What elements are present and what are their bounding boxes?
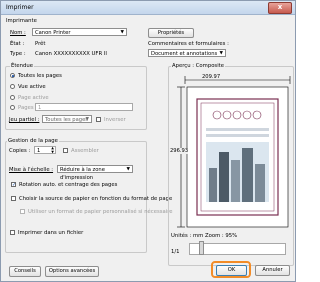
advanced-button[interactable]: Options avancées	[45, 266, 99, 277]
preview-group-label: Aperçu : Composite	[171, 63, 225, 69]
printer-name-label: Nom :	[10, 30, 26, 36]
chevron-down-icon: ▼	[120, 30, 124, 35]
current-page-label: Page active	[18, 95, 49, 101]
choose-source-label: Choisir la source de papier en fonction …	[19, 196, 173, 202]
printer-type-label: Type :	[10, 51, 26, 57]
preview-width-value: 209.97	[202, 74, 221, 80]
chevron-down-icon: ▼	[219, 51, 223, 56]
reverse-checkbox[interactable]	[96, 117, 101, 122]
current-page-radio[interactable]	[10, 95, 15, 100]
printer-group-label: Imprimante	[6, 18, 37, 24]
units-zoom-label: Unités : mm Zoom : 95%	[171, 233, 238, 239]
pages-input[interactable]: 1	[35, 103, 133, 111]
custom-paper-label: Utiliser un format de papier personnalis…	[28, 209, 173, 215]
printer-status-value: Prêt	[35, 41, 46, 47]
pages-label: Pages	[18, 105, 34, 111]
printer-status-label: État :	[10, 41, 25, 47]
close-button[interactable]: x	[268, 2, 292, 14]
printer-name-select[interactable]: Canon Printer ▼	[32, 28, 127, 36]
cancel-button[interactable]: Annuler	[255, 265, 290, 276]
collate-checkbox[interactable]	[63, 148, 68, 153]
page-counter: 1/1	[171, 249, 180, 255]
page-slider-thumb[interactable]	[199, 241, 204, 255]
scaling-label: Mise à l'échelle :	[9, 167, 54, 173]
ok-button[interactable]: OK	[216, 265, 247, 276]
print-to-file-checkbox[interactable]	[10, 230, 15, 235]
custom-paper-checkbox[interactable]	[20, 209, 25, 214]
scaling-select[interactable]: Réduire à la zone d'impression ▼	[57, 165, 133, 181]
subset-label: Jeu partiel :	[9, 117, 40, 123]
subset-value: Toutes les pages	[45, 117, 88, 123]
choose-source-checkbox[interactable]	[11, 196, 16, 201]
range-group-label: Étendue	[10, 63, 35, 69]
comments-label: Commentaires et formulaires :	[148, 41, 229, 47]
window-title: Imprimer	[6, 4, 34, 11]
title-bar: Imprimer x	[1, 1, 295, 15]
printer-name-value: Canon Printer	[35, 30, 71, 36]
spin-arrows-icon[interactable]: ▲ ▼	[51, 146, 54, 154]
advice-button[interactable]: Conseils	[9, 266, 41, 277]
preview-height-value: 296.93	[170, 148, 189, 154]
handling-group-label: Gestion de la page	[7, 138, 59, 144]
pages-radio[interactable]	[10, 105, 15, 110]
auto-rotate-label: Rotation auto. et centrage des pages	[19, 182, 118, 188]
subset-select[interactable]: Toutes les pages ▼	[42, 115, 92, 123]
comments-value: Document et annotations	[151, 51, 218, 57]
print-dialog: Imprimer x Imprimante Nom : Canon Printe…	[0, 0, 296, 282]
copies-label: Copies :	[9, 148, 31, 154]
reverse-label: Inverser	[104, 117, 126, 123]
all-pages-label: Toutes les pages	[18, 73, 62, 79]
collate-label: Assembler	[71, 148, 99, 154]
chevron-down-icon: ▼	[85, 117, 89, 122]
auto-rotate-checkbox[interactable]: ✓	[11, 182, 16, 188]
copies-value: 1	[37, 148, 41, 154]
print-to-file-label: Imprimer dans un fichier	[18, 230, 84, 236]
properties-button[interactable]: Propriétés	[148, 28, 194, 38]
all-pages-radio[interactable]	[10, 73, 15, 78]
current-view-radio[interactable]	[10, 84, 15, 89]
chevron-down-icon: ▼	[126, 167, 130, 172]
comments-select[interactable]: Document et annotations ▼	[148, 49, 226, 57]
current-view-label: Vue active	[18, 84, 46, 90]
printer-type-value: Canon XXXXXXXXXX UFR II	[35, 51, 107, 57]
copies-input[interactable]: 1 ▲ ▼	[34, 146, 56, 154]
